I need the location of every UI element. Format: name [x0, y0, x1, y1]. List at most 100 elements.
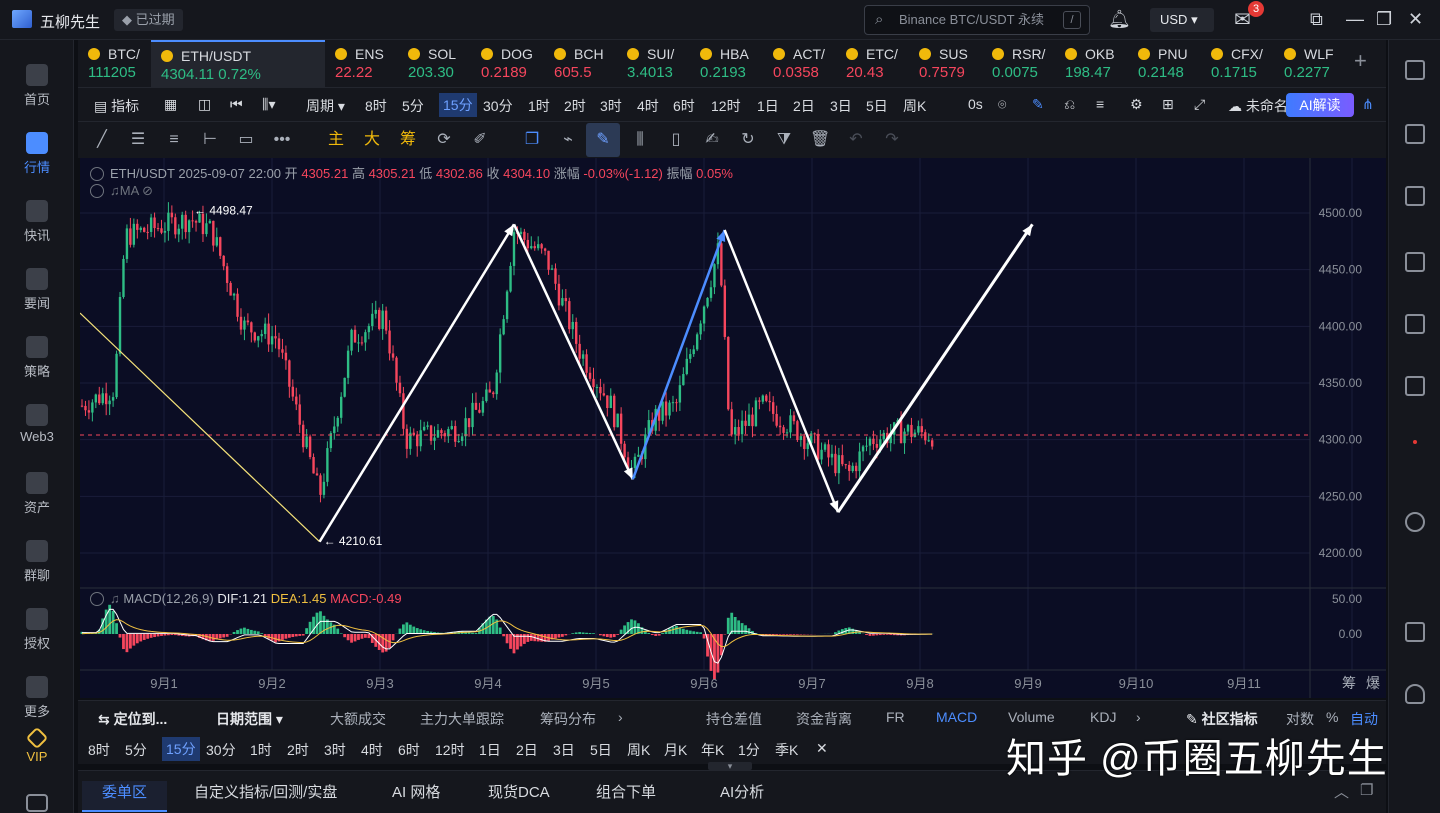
screenshot-icon[interactable]: ⌾ [998, 96, 1006, 113]
expired-badge[interactable]: ◆ 已过期 [114, 9, 183, 31]
interval-5分[interactable]: 5分 [402, 96, 424, 116]
share-icon[interactable]: ⋔ [1362, 96, 1374, 113]
period-年K[interactable]: 年K [701, 740, 724, 760]
sidebar-item-market[interactable]: 行情 [0, 132, 74, 176]
replay-icon[interactable]: ⏮ [230, 96, 243, 113]
ticker-item[interactable]: CFX/0.1715 [1201, 40, 1274, 88]
ticker-item[interactable]: ETC/20.43 [836, 40, 909, 88]
period-5日[interactable]: 5日 [590, 740, 612, 760]
edit-doc-icon[interactable]: ✍ [702, 130, 722, 150]
indicator-item-kdj[interactable]: KDJ [1090, 709, 1116, 725]
period-12时[interactable]: 12时 [435, 740, 465, 760]
swap-icon[interactable] [1405, 512, 1425, 532]
sidebar-item-vip[interactable]: VIP [0, 726, 74, 764]
toggle-icon[interactable] [90, 167, 104, 181]
sidebar-item-more[interactable]: 更多 [0, 676, 74, 720]
menu-icon[interactable]: ≡ [1096, 96, 1104, 112]
interval-1日[interactable]: 1日 [757, 96, 779, 116]
ray-tool-icon[interactable]: ⊢ [200, 130, 220, 150]
indicator-item-macd[interactable]: MACD [936, 709, 977, 725]
layout-grid-icon[interactable]: ⊞ [1162, 96, 1174, 113]
ticker-item[interactable]: BCH 605.5 [544, 40, 617, 88]
interval-5日[interactable]: 5日 [866, 96, 888, 116]
tab-order-area[interactable]: 委单区 [82, 781, 168, 812]
indicator-item-whale-tracking[interactable]: 主力大单跟踪 [420, 709, 504, 729]
period-3时[interactable]: 3时 [324, 740, 346, 760]
list-icon[interactable] [1405, 60, 1425, 80]
magnet-icon[interactable]: ↻ [738, 130, 758, 150]
hline-tool-icon[interactable]: ≡ [164, 130, 184, 150]
headset-icon[interactable] [1405, 684, 1425, 704]
interval-15分[interactable]: 15分 [439, 93, 477, 117]
chevron-up-icon[interactable]: ︿ [1334, 781, 1349, 802]
main-force-button[interactable]: 主 [326, 130, 346, 150]
tab-custom-indicator[interactable]: 自定义指标/回测/实盘 [194, 781, 337, 802]
line-tool-icon[interactable]: ╱ [92, 130, 112, 150]
more-tools-icon[interactable]: ••• [272, 130, 292, 150]
price-chart[interactable]: 4500.00 4450.00 4400.00 4350.00 4300.00 4250.… [79, 158, 1386, 698]
ticker-item[interactable]: OKB 198.47 [1055, 40, 1128, 88]
period-1分[interactable]: 1分 [738, 740, 760, 760]
interval-12时[interactable]: 12时 [711, 96, 741, 116]
interval-2日[interactable]: 2日 [793, 96, 815, 116]
interval-6时[interactable]: 6时 [673, 96, 695, 116]
maximize-icon[interactable]: ❐ [1376, 9, 1392, 30]
ticker-item[interactable]: RSR/0.0075 [982, 40, 1055, 88]
period-季K[interactable]: 季K [775, 740, 798, 760]
brush-icon[interactable]: ✐ [470, 130, 490, 150]
parallel-tool-icon[interactable]: ☰ [128, 130, 148, 150]
indicator-item-fund-divergence[interactable]: 资金背离 [796, 709, 852, 729]
camera-icon[interactable] [26, 794, 48, 812]
calendar-icon[interactable]: ▦ [164, 96, 177, 113]
ticker-item[interactable]: SOL 203.30 [398, 40, 471, 88]
search-input[interactable]: ⌕ Binance BTC/USDT 永续 / [864, 5, 1090, 35]
ticker-item[interactable]: DOG 0.2189 [471, 40, 544, 88]
interval-3时[interactable]: 3时 [600, 96, 622, 116]
interval-8时[interactable]: 8时 [365, 96, 387, 116]
interval-4时[interactable]: 4时 [637, 96, 659, 116]
pen-icon[interactable]: ✎ [1032, 96, 1044, 113]
period-6时[interactable]: 6时 [398, 740, 420, 760]
currency-select[interactable]: USD ▾ [1150, 8, 1214, 32]
chevron-right-icon[interactable]: › [618, 709, 623, 725]
interval-1时[interactable]: 1时 [528, 96, 550, 116]
chevron-right-icon[interactable]: › [1136, 709, 1141, 725]
toggle-icon[interactable] [90, 184, 104, 198]
candle-type-icon[interactable]: ⫼▾ [262, 96, 275, 113]
sidebar-item-assets[interactable]: 资产 [0, 472, 74, 516]
indicator-item-volume[interactable]: Volume [1008, 709, 1055, 725]
split-view-icon[interactable]: ◫ [198, 96, 211, 113]
filter-icon[interactable]: ⧩ [774, 130, 794, 150]
interval-周K[interactable]: 周K [903, 96, 926, 116]
dollar-doc-icon[interactable] [1405, 186, 1425, 206]
indicator-item-chip-distribution[interactable]: 筹码分布 [540, 709, 596, 729]
pencil-tool-icon[interactable]: ✎ [586, 123, 620, 157]
period-2日[interactable]: 2日 [516, 740, 538, 760]
undo-arrow-icon[interactable]: ↶ [846, 130, 866, 150]
close-icon[interactable]: ✕ [816, 740, 828, 757]
monitor-icon[interactable] [1405, 314, 1425, 334]
ticker-item[interactable]: SUS 0.7579 [909, 40, 982, 88]
indicator-item-oi-diff[interactable]: 持仓差值 [706, 709, 762, 729]
ticker-item[interactable]: WLF 0.2277 [1274, 40, 1347, 88]
sidebar-item-headlines[interactable]: 要闻 [0, 268, 74, 312]
indicator-item-fr[interactable]: FR [886, 709, 905, 725]
settings-icon[interactable]: ⚙ [1130, 96, 1143, 113]
undo-icon[interactable]: ⎌ [1064, 96, 1075, 113]
ticker-item[interactable]: SUI/3.4013 [617, 40, 690, 88]
tab-ai-analysis[interactable]: AI分析 [720, 781, 764, 802]
restore-layout-icon[interactable]: ⧉ [1310, 9, 1323, 30]
ticker-item[interactable]: ACT/0.0358 [763, 40, 836, 88]
candle-tool-icon[interactable]: ⫼ [630, 130, 650, 150]
trend-icon[interactable] [1405, 252, 1425, 272]
minimize-icon[interactable]: — [1346, 9, 1364, 30]
period-5分[interactable]: 5分 [125, 740, 147, 760]
period-月K[interactable]: 月K [664, 740, 687, 760]
add-ticker-icon[interactable]: + [1354, 48, 1367, 74]
ticker-item[interactable]: ENS 22.22 [325, 40, 398, 88]
etf-icon[interactable] [1405, 376, 1425, 396]
ticker-item[interactable]: HBA 0.2193 [690, 40, 763, 88]
indicator-button[interactable]: ▤ 指标 [94, 96, 139, 116]
note-tool-icon[interactable]: ▯ [666, 130, 686, 150]
bell-icon[interactable]: ♫ [110, 591, 120, 606]
